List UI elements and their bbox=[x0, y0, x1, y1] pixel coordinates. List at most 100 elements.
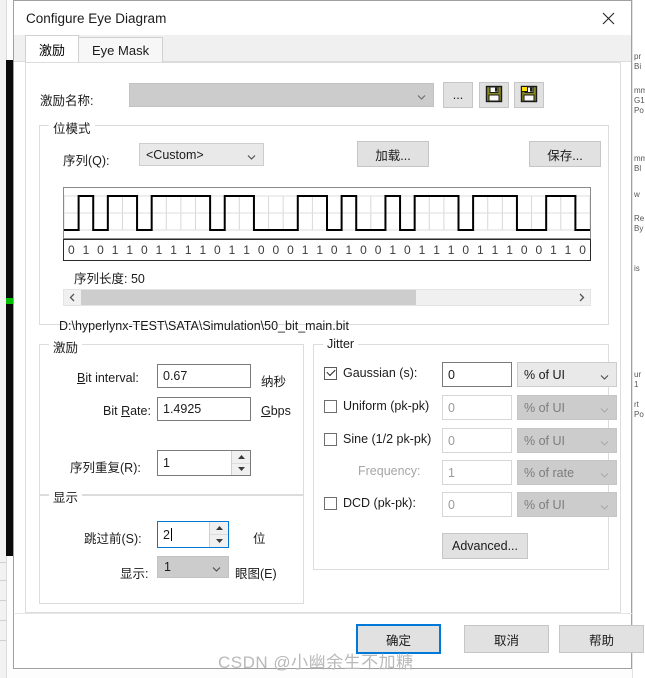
sequence-repeat-arrows[interactable] bbox=[231, 451, 250, 475]
stepper-up-icon[interactable] bbox=[232, 451, 250, 464]
sequence-repeat-value: 1 bbox=[163, 456, 170, 470]
bit-digit: 1 bbox=[447, 243, 455, 257]
bg-text: Bi bbox=[634, 62, 642, 71]
stimulus-name-label: 激励名称: bbox=[40, 94, 94, 108]
bit-pattern-group-title: 位模式 bbox=[49, 118, 95, 137]
chevron-left-icon[interactable] bbox=[64, 290, 81, 305]
cancel-button-label: 取消 bbox=[493, 633, 519, 648]
bit-digit: 1 bbox=[228, 243, 236, 257]
bit-digit: 1 bbox=[199, 243, 207, 257]
tabstrip: 激励 Eye Mask bbox=[14, 35, 631, 62]
waveform-display bbox=[63, 187, 591, 239]
chevron-down-icon bbox=[600, 370, 609, 380]
stimulus-group-title: 激励 bbox=[49, 337, 83, 356]
configure-eye-diagram-dialog: Configure Eye Diagram 激励 Eye Mask 激励名称: … bbox=[13, 0, 644, 669]
jitter-dcd-checkbox[interactable]: DCD (pk-pk): bbox=[324, 496, 416, 510]
bit-rate-value: 1.4925 bbox=[163, 402, 202, 416]
chevron-down-icon bbox=[600, 500, 609, 510]
chevron-down-icon bbox=[600, 468, 609, 478]
bit-interval-input[interactable]: 0.67 bbox=[157, 364, 251, 388]
save-pattern-label: 保存... bbox=[547, 148, 583, 163]
show-count-combo[interactable]: 1 bbox=[157, 556, 229, 578]
bg-text: Po bbox=[634, 410, 644, 419]
ok-button[interactable]: 确定 bbox=[356, 624, 441, 654]
bg-text: ur bbox=[634, 370, 642, 379]
stepper-down-icon[interactable] bbox=[232, 463, 250, 475]
skip-first-arrows[interactable] bbox=[209, 522, 228, 547]
bit-interval-value: 0.67 bbox=[163, 369, 188, 383]
chevron-right-icon[interactable] bbox=[573, 290, 590, 305]
bit-digit: 1 bbox=[316, 243, 323, 257]
hscrollbar-thumb[interactable] bbox=[81, 290, 416, 305]
load-pattern-label: 加载... bbox=[375, 148, 411, 163]
jitter-uniform-unit-combo: % of UI bbox=[517, 395, 617, 420]
jitter-gaussian-unit: % of UI bbox=[524, 367, 565, 382]
bit-digit: 1 bbox=[491, 243, 499, 257]
save-stimulus-button[interactable] bbox=[479, 82, 509, 108]
jitter-frequency-unit: % of rate bbox=[524, 465, 575, 480]
bg-text: mm bbox=[634, 154, 645, 163]
bit-digit: 0 bbox=[67, 243, 75, 257]
load-pattern-button[interactable]: 加载... bbox=[357, 141, 429, 167]
stepper-down-icon[interactable] bbox=[210, 535, 228, 547]
bit-digit: 1 bbox=[111, 243, 119, 257]
close-icon[interactable] bbox=[586, 1, 631, 35]
stimulus-tab-panel: 激励名称: ... 位模式 序列(Q): <Custom> 加载... 保存..… bbox=[25, 62, 621, 613]
jitter-gaussian-input[interactable]: 0 bbox=[442, 362, 512, 387]
bit-digit: 1 bbox=[550, 243, 557, 257]
sequence-length-label: 序列长度: 50 bbox=[74, 272, 145, 286]
checkbox-icon bbox=[324, 496, 337, 510]
display-group: 显示 跳过前(S): 2 位 显示: 1 眼图(E) bbox=[39, 487, 304, 604]
bit-digit: 0 bbox=[257, 243, 265, 257]
save-pattern-button[interactable]: 保存... bbox=[529, 141, 601, 167]
jitter-gaussian-checkbox[interactable]: Gaussian (s): bbox=[324, 366, 417, 380]
bit-digit: 0 bbox=[462, 243, 470, 257]
jitter-sine-unit-combo: % of UI bbox=[517, 428, 617, 453]
waveform-hscrollbar[interactable] bbox=[63, 289, 591, 306]
bit-rate-input[interactable]: 1.4925 bbox=[157, 397, 251, 421]
bit-interval-unit: 纳秒 bbox=[261, 375, 287, 389]
show-unit-label: 眼图(E) bbox=[235, 567, 277, 581]
chevron-down-icon bbox=[600, 436, 609, 446]
background-right-panel: pr Bi mm G1 Po mm Bl w Re By is ur 1 rt … bbox=[632, 0, 645, 678]
jitter-sine-checkbox[interactable]: Sine (1/2 pk-pk) bbox=[324, 432, 431, 446]
jitter-frequency-value: 1 bbox=[448, 465, 455, 480]
skip-first-value: 2 bbox=[163, 527, 172, 542]
jitter-sine-unit: % of UI bbox=[524, 433, 565, 448]
bit-sequence-display[interactable]: 010110111101100011010010111011100110 bbox=[63, 239, 591, 261]
jitter-advanced-label: Advanced... bbox=[451, 539, 518, 553]
bit-pattern-group: 位模式 序列(Q): <Custom> 加载... 保存... 0 1 0 1 … bbox=[39, 118, 609, 325]
jitter-dcd-unit: % of UI bbox=[524, 497, 565, 512]
stepper-up-icon[interactable] bbox=[210, 522, 228, 535]
browse-stimulus-button[interactable]: ... bbox=[443, 82, 473, 108]
jitter-uniform-checkbox[interactable]: Uniform (pk-pk) bbox=[324, 399, 429, 413]
hscrollbar-track[interactable] bbox=[81, 290, 573, 305]
bg-text: 1 bbox=[634, 380, 639, 389]
floppy-save-as-icon bbox=[520, 85, 538, 106]
tab-stimulus[interactable]: 激励 bbox=[25, 35, 80, 62]
ok-button-label: 确定 bbox=[385, 633, 411, 648]
tab-eye-mask[interactable]: Eye Mask bbox=[78, 37, 164, 62]
jitter-sine-value: 0 bbox=[448, 433, 455, 448]
bit-digit: 1 bbox=[126, 243, 134, 257]
chevron-down-icon bbox=[600, 403, 609, 413]
help-button[interactable]: 帮助 bbox=[559, 625, 644, 653]
bit-rate-label: Bit Rate: bbox=[103, 404, 151, 418]
bit-digit: 0 bbox=[374, 243, 382, 257]
sequence-combo[interactable]: <Custom> bbox=[139, 143, 264, 166]
sequence-repeat-stepper[interactable]: 1 bbox=[157, 450, 251, 476]
jitter-frequency-label: Frequency: bbox=[358, 464, 421, 478]
jitter-gaussian-unit-combo[interactable]: % of UI bbox=[517, 362, 617, 387]
cancel-button[interactable]: 取消 bbox=[464, 625, 549, 653]
bg-text: Re bbox=[634, 214, 645, 223]
jitter-advanced-button[interactable]: Advanced... bbox=[442, 533, 528, 559]
bg-text: G1 bbox=[634, 96, 645, 105]
save-as-stimulus-button[interactable] bbox=[514, 82, 544, 108]
sequence-repeat-label: 序列重复(R): bbox=[70, 461, 141, 475]
skip-first-stepper[interactable]: 2 bbox=[157, 521, 229, 548]
bg-text: w bbox=[634, 190, 640, 199]
stimulus-name-combo[interactable] bbox=[129, 83, 434, 107]
sequence-value: <Custom> bbox=[146, 147, 204, 162]
skip-first-unit: 位 bbox=[253, 532, 266, 546]
bit-digit: 1 bbox=[433, 243, 440, 257]
